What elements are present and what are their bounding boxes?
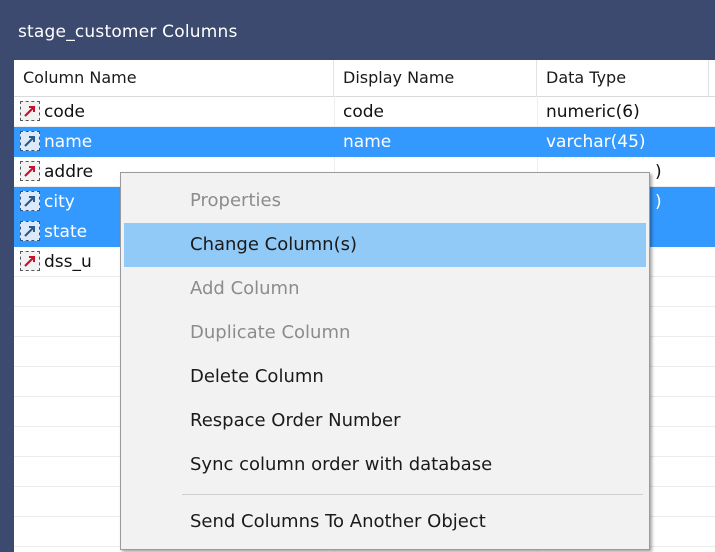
display-name-cell: name	[343, 132, 392, 152]
menu-separator	[182, 494, 643, 495]
column-name-cell: name	[44, 132, 93, 152]
table-column-icon	[20, 251, 40, 271]
menu-item-properties[interactable]: Properties	[124, 179, 646, 223]
context-menu: Properties Change Column(s) Add Column D…	[120, 172, 650, 550]
column-header-display-name[interactable]: Display Name	[334, 60, 537, 96]
column-header-column-name[interactable]: Column Name	[14, 60, 334, 96]
table-row[interactable]: name name varchar(45)	[14, 127, 715, 157]
menu-item-delete-column[interactable]: Delete Column	[124, 355, 646, 399]
menu-item-send-columns[interactable]: Send Columns To Another Object	[124, 500, 646, 544]
menu-item-add-column[interactable]: Add Column	[124, 267, 646, 311]
column-name-cell: code	[44, 102, 85, 122]
column-header-data-type[interactable]: Data Type	[537, 60, 709, 96]
title-bar: stage_customer Columns	[0, 0, 715, 60]
table-column-icon	[20, 161, 40, 181]
table-column-icon	[20, 221, 40, 241]
display-name-cell: code	[343, 102, 384, 122]
data-type-cell: )	[655, 162, 662, 182]
menu-item-change-columns[interactable]: Change Column(s)	[124, 223, 646, 267]
table-row[interactable]: code code numeric(6)	[14, 97, 715, 127]
grid-header: Column Name Display Name Data Type	[14, 60, 715, 97]
menu-item-respace-order-number[interactable]: Respace Order Number	[124, 399, 646, 443]
window-title: stage_customer Columns	[18, 22, 238, 42]
table-column-icon	[20, 131, 40, 151]
table-column-icon	[20, 101, 40, 121]
table-column-icon	[20, 191, 40, 211]
data-type-cell: numeric(6)	[546, 102, 640, 122]
data-type-cell: )	[655, 192, 662, 212]
columns-window: stage_customer Columns Column Name Displ…	[0, 0, 715, 552]
menu-item-sync-column-order[interactable]: Sync column order with database	[124, 443, 646, 487]
data-type-cell: varchar(45)	[546, 132, 646, 152]
menu-item-duplicate-column[interactable]: Duplicate Column	[124, 311, 646, 355]
